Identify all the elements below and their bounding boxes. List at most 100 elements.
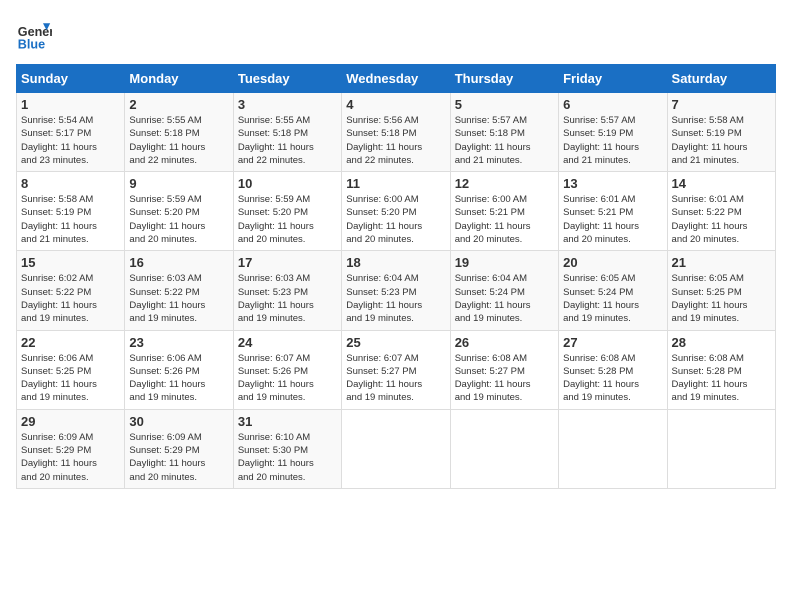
logo: General Blue xyxy=(16,16,52,52)
calendar-cell: 23 Sunrise: 6:06 AMSunset: 5:26 PMDayligh… xyxy=(125,330,233,409)
day-number: 7 xyxy=(672,97,771,112)
day-info: Sunrise: 5:58 AMSunset: 5:19 PMDaylight:… xyxy=(672,114,771,167)
calendar-week-2: 8 Sunrise: 5:58 AMSunset: 5:19 PMDaylight… xyxy=(17,172,776,251)
calendar-week-3: 15 Sunrise: 6:02 AMSunset: 5:22 PMDayligh… xyxy=(17,251,776,330)
calendar-cell: 20 Sunrise: 6:05 AMSunset: 5:24 PMDayligh… xyxy=(559,251,667,330)
calendar-cell: 18 Sunrise: 6:04 AMSunset: 5:23 PMDayligh… xyxy=(342,251,450,330)
calendar-week-1: 1 Sunrise: 5:54 AMSunset: 5:17 PMDaylight… xyxy=(17,93,776,172)
day-number: 12 xyxy=(455,176,554,191)
calendar-cell: 26 Sunrise: 6:08 AMSunset: 5:27 PMDayligh… xyxy=(450,330,558,409)
calendar-table: SundayMondayTuesdayWednesdayThursdayFrid… xyxy=(16,64,776,489)
day-number: 25 xyxy=(346,335,445,350)
calendar-cell: 5 Sunrise: 5:57 AMSunset: 5:18 PMDaylight… xyxy=(450,93,558,172)
day-number: 14 xyxy=(672,176,771,191)
calendar-cell: 12 Sunrise: 6:00 AMSunset: 5:21 PMDayligh… xyxy=(450,172,558,251)
day-info: Sunrise: 6:04 AMSunset: 5:24 PMDaylight:… xyxy=(455,272,554,325)
day-number: 8 xyxy=(21,176,120,191)
day-info: Sunrise: 6:05 AMSunset: 5:25 PMDaylight:… xyxy=(672,272,771,325)
calendar-cell xyxy=(667,409,775,488)
day-number: 26 xyxy=(455,335,554,350)
calendar-cell: 6 Sunrise: 5:57 AMSunset: 5:19 PMDaylight… xyxy=(559,93,667,172)
day-info: Sunrise: 6:05 AMSunset: 5:24 PMDaylight:… xyxy=(563,272,662,325)
day-info: Sunrise: 6:07 AMSunset: 5:26 PMDaylight:… xyxy=(238,352,337,405)
weekday-header-monday: Monday xyxy=(125,65,233,93)
day-number: 15 xyxy=(21,255,120,270)
weekday-header-tuesday: Tuesday xyxy=(233,65,341,93)
calendar-cell: 7 Sunrise: 5:58 AMSunset: 5:19 PMDaylight… xyxy=(667,93,775,172)
day-info: Sunrise: 6:04 AMSunset: 5:23 PMDaylight:… xyxy=(346,272,445,325)
day-info: Sunrise: 6:10 AMSunset: 5:30 PMDaylight:… xyxy=(238,431,337,484)
day-number: 1 xyxy=(21,97,120,112)
weekday-header-sunday: Sunday xyxy=(17,65,125,93)
calendar-cell: 25 Sunrise: 6:07 AMSunset: 5:27 PMDayligh… xyxy=(342,330,450,409)
logo-icon: General Blue xyxy=(16,16,52,52)
day-info: Sunrise: 5:56 AMSunset: 5:18 PMDaylight:… xyxy=(346,114,445,167)
day-number: 2 xyxy=(129,97,228,112)
calendar-cell xyxy=(450,409,558,488)
day-number: 13 xyxy=(563,176,662,191)
day-number: 10 xyxy=(238,176,337,191)
day-number: 31 xyxy=(238,414,337,429)
day-number: 17 xyxy=(238,255,337,270)
day-number: 22 xyxy=(21,335,120,350)
day-info: Sunrise: 5:59 AMSunset: 5:20 PMDaylight:… xyxy=(238,193,337,246)
day-info: Sunrise: 5:55 AMSunset: 5:18 PMDaylight:… xyxy=(238,114,337,167)
day-number: 24 xyxy=(238,335,337,350)
day-info: Sunrise: 5:57 AMSunset: 5:18 PMDaylight:… xyxy=(455,114,554,167)
calendar-cell xyxy=(559,409,667,488)
calendar-cell: 24 Sunrise: 6:07 AMSunset: 5:26 PMDayligh… xyxy=(233,330,341,409)
weekday-header-saturday: Saturday xyxy=(667,65,775,93)
day-number: 11 xyxy=(346,176,445,191)
day-number: 28 xyxy=(672,335,771,350)
calendar-cell: 2Sunrise: 5:55 AMSunset: 5:18 PMDaylight… xyxy=(125,93,233,172)
day-number: 5 xyxy=(455,97,554,112)
weekday-header-wednesday: Wednesday xyxy=(342,65,450,93)
calendar-cell: 16Sunrise: 6:03 AMSunset: 5:22 PMDayligh… xyxy=(125,251,233,330)
calendar-cell: 21 Sunrise: 6:05 AMSunset: 5:25 PMDayligh… xyxy=(667,251,775,330)
calendar-cell: 11 Sunrise: 6:00 AMSunset: 5:20 PMDayligh… xyxy=(342,172,450,251)
day-info: Sunrise: 6:06 AMSunset: 5:26 PMDaylight:… xyxy=(129,352,228,405)
calendar-cell: 15 Sunrise: 6:02 AMSunset: 5:22 PMDayligh… xyxy=(17,251,125,330)
day-info: Sunrise: 6:02 AMSunset: 5:22 PMDaylight:… xyxy=(21,272,120,325)
calendar-cell: 8 Sunrise: 5:58 AMSunset: 5:19 PMDaylight… xyxy=(17,172,125,251)
calendar-cell: 9Sunrise: 5:59 AMSunset: 5:20 PMDaylight… xyxy=(125,172,233,251)
day-info: Sunrise: 5:54 AMSunset: 5:17 PMDaylight:… xyxy=(21,114,120,167)
calendar-cell: 30Sunrise: 6:09 AMSunset: 5:29 PMDayligh… xyxy=(125,409,233,488)
day-info: Sunrise: 6:01 AMSunset: 5:22 PMDaylight:… xyxy=(672,193,771,246)
day-number: 30 xyxy=(129,414,228,429)
day-number: 21 xyxy=(672,255,771,270)
day-info: Sunrise: 6:08 AMSunset: 5:27 PMDaylight:… xyxy=(455,352,554,405)
calendar-cell: 28 Sunrise: 6:08 AMSunset: 5:28 PMDayligh… xyxy=(667,330,775,409)
calendar-week-5: 29Sunrise: 6:09 AMSunset: 5:29 PMDayligh… xyxy=(17,409,776,488)
day-info: Sunrise: 6:07 AMSunset: 5:27 PMDaylight:… xyxy=(346,352,445,405)
day-number: 18 xyxy=(346,255,445,270)
calendar-cell: 3 Sunrise: 5:55 AMSunset: 5:18 PMDaylight… xyxy=(233,93,341,172)
calendar-cell: 14 Sunrise: 6:01 AMSunset: 5:22 PMDayligh… xyxy=(667,172,775,251)
calendar-cell: 31 Sunrise: 6:10 AMSunset: 5:30 PMDayligh… xyxy=(233,409,341,488)
day-info: Sunrise: 6:03 AMSunset: 5:23 PMDaylight:… xyxy=(238,272,337,325)
day-info: Sunrise: 5:57 AMSunset: 5:19 PMDaylight:… xyxy=(563,114,662,167)
calendar-week-4: 22Sunrise: 6:06 AMSunset: 5:25 PMDayligh… xyxy=(17,330,776,409)
day-info: Sunrise: 5:58 AMSunset: 5:19 PMDaylight:… xyxy=(21,193,120,246)
day-number: 29 xyxy=(21,414,120,429)
day-number: 20 xyxy=(563,255,662,270)
day-info: Sunrise: 6:08 AMSunset: 5:28 PMDaylight:… xyxy=(672,352,771,405)
day-number: 3 xyxy=(238,97,337,112)
day-number: 6 xyxy=(563,97,662,112)
day-number: 9 xyxy=(129,176,228,191)
day-info: Sunrise: 6:08 AMSunset: 5:28 PMDaylight:… xyxy=(563,352,662,405)
calendar-cell: 1 Sunrise: 5:54 AMSunset: 5:17 PMDaylight… xyxy=(17,93,125,172)
calendar-cell: 10 Sunrise: 5:59 AMSunset: 5:20 PMDayligh… xyxy=(233,172,341,251)
calendar-cell: 4Sunrise: 5:56 AMSunset: 5:18 PMDaylight… xyxy=(342,93,450,172)
day-info: Sunrise: 6:00 AMSunset: 5:21 PMDaylight:… xyxy=(455,193,554,246)
calendar-cell: 22Sunrise: 6:06 AMSunset: 5:25 PMDayligh… xyxy=(17,330,125,409)
day-info: Sunrise: 6:00 AMSunset: 5:20 PMDaylight:… xyxy=(346,193,445,246)
day-info: Sunrise: 6:01 AMSunset: 5:21 PMDaylight:… xyxy=(563,193,662,246)
calendar-cell xyxy=(342,409,450,488)
weekday-header-friday: Friday xyxy=(559,65,667,93)
day-number: 23 xyxy=(129,335,228,350)
weekday-header-thursday: Thursday xyxy=(450,65,558,93)
day-number: 27 xyxy=(563,335,662,350)
calendar-cell: 17 Sunrise: 6:03 AMSunset: 5:23 PMDayligh… xyxy=(233,251,341,330)
day-number: 16 xyxy=(129,255,228,270)
